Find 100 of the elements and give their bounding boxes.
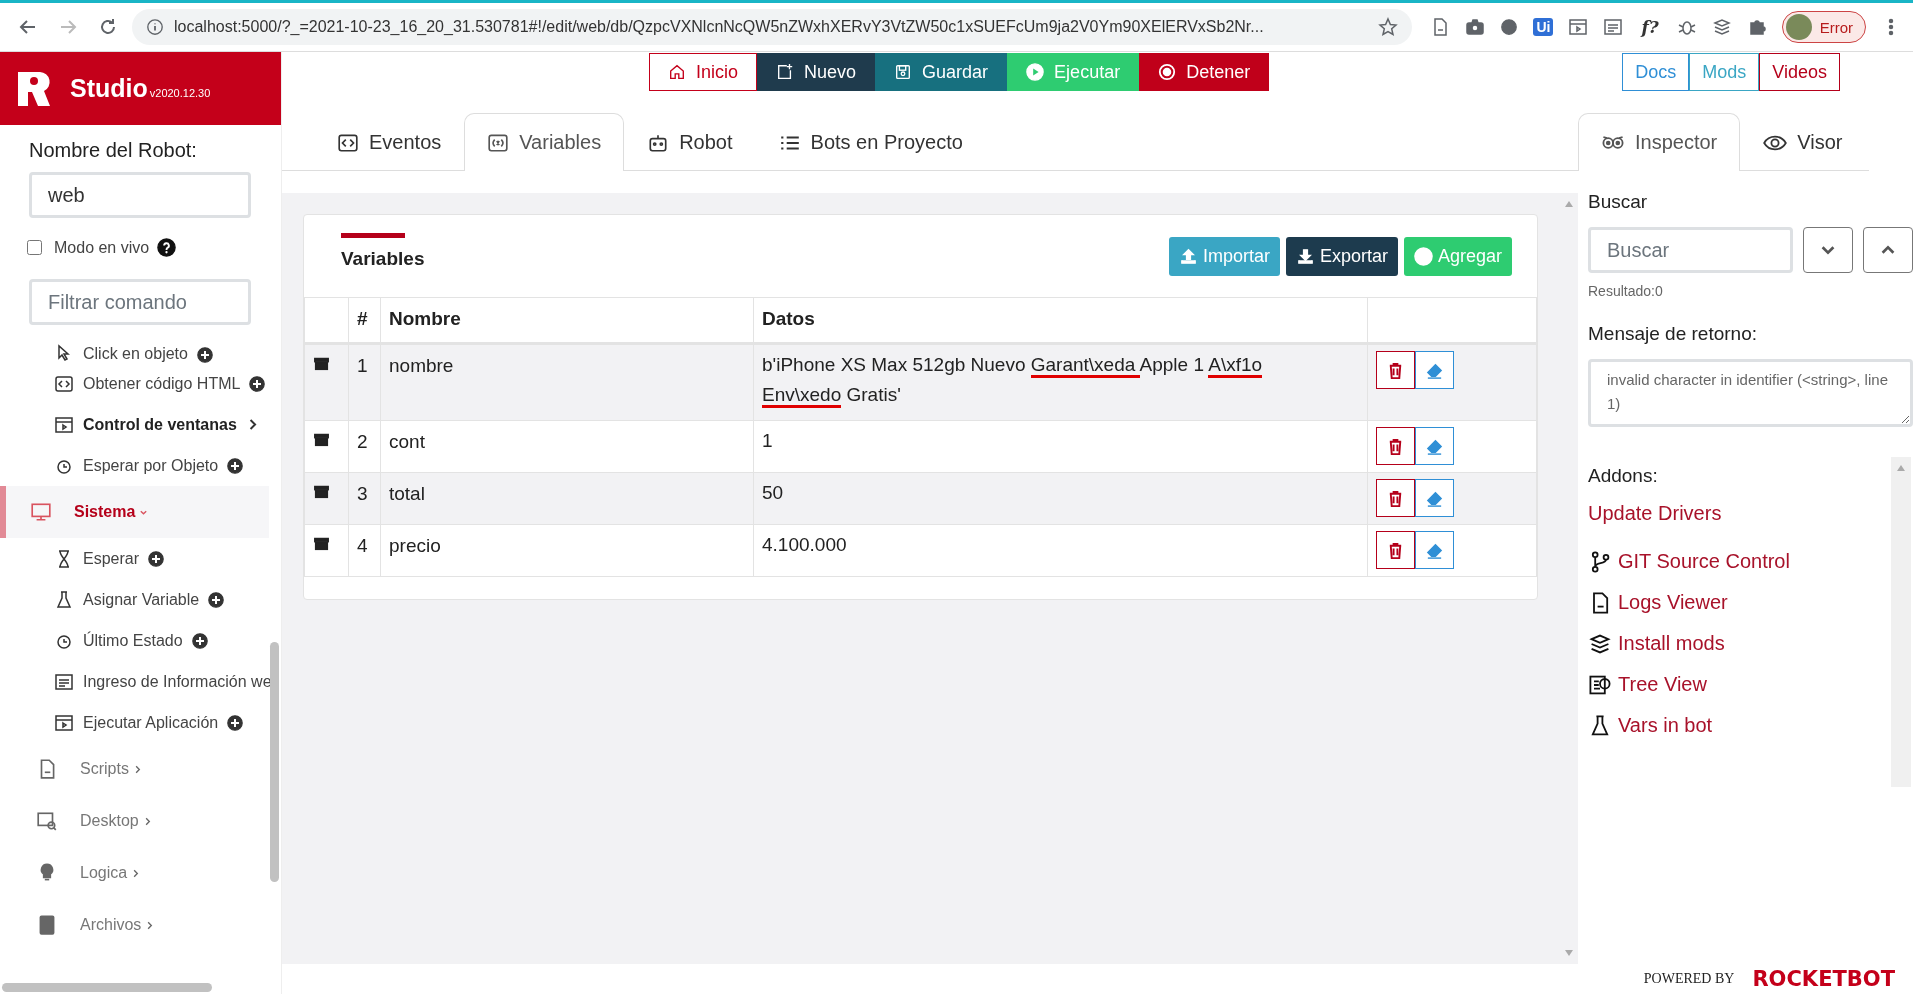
delete-button[interactable] [1376,531,1415,569]
field-label: Mensaje de retorno: [1588,323,1758,345]
form-icon [54,671,74,692]
category-item[interactable]: Desktop [0,795,269,847]
toolbar-button[interactable]: Nuevo [757,53,876,91]
clear-button[interactable] [1415,351,1454,389]
camera-icon [1465,17,1486,37]
addon-link[interactable]: Tree View [1618,673,1707,696]
clear-button[interactable] [1415,479,1454,517]
command-item[interactable]: Asignar Variable [0,579,281,620]
table-cell: nombre [380,343,754,421]
return-message-field[interactable]: invalid character in identifier (<string>, line 1) [1588,359,1913,427]
tab[interactable]: Eventos [314,113,465,171]
field-label: Nombre del Robot: [29,139,198,162]
profile-button[interactable]: Error [1781,11,1866,43]
section-label: Addons: [1588,465,1659,487]
form-icon [1603,17,1624,37]
command-item[interactable]: Esperar [0,538,281,579]
code-icon [337,131,359,154]
category-item[interactable]: Archivos [0,899,269,951]
scroll-up-arrow-icon[interactable] [1897,465,1905,471]
home-icon [668,63,686,81]
command-item[interactable]: Ejecutar Aplicación [0,702,281,743]
save-icon [894,63,913,81]
table-cell: 1 [348,343,381,421]
filter-field[interactable]: Filtrar comando [29,279,251,325]
table-cell: precio [380,524,754,577]
tab[interactable]: Variables [464,113,625,171]
tab[interactable]: Visor [1740,113,1866,171]
powered-by-text: POWERED BY [1643,971,1735,987]
command-item[interactable]: Click en objeto [0,343,281,363]
plus-circle-icon [227,714,244,731]
archive-icon [313,535,330,552]
stack-icon [1711,17,1732,37]
monitor-icon [30,501,52,523]
delete-button[interactable] [1376,351,1415,389]
help-link-button[interactable]: Docs [1622,53,1690,91]
scrollbar-thumb[interactable] [2,983,212,992]
new-file-icon [776,63,795,81]
live-mode-checkbox[interactable] [27,240,42,255]
info-icon [146,18,164,36]
desktop-search-icon [36,810,58,832]
extension-badge[interactable]: Ui [1533,18,1554,36]
plus-circle-icon [1413,246,1433,266]
upload-icon [1178,246,1198,266]
app-window-icon [54,712,74,733]
previous-result-button[interactable] [1863,227,1913,273]
table-cell: 1 [753,420,1368,473]
table-cell: cont [380,420,754,473]
command-item[interactable]: Último Estado [0,620,281,661]
extension-badge[interactable]: f? [1638,16,1662,38]
category-item[interactable]: Scripts [0,743,269,795]
address-bar[interactable]: localhost:5000/?_=2021-10-23_16_20_31.530781#!/edit/web/db/QzpcVXNlcnNcQW5nZWxhXERvY3VtZW50c1xSUEFcUm9ja2V0Ym90XElERVxSb2Nr... [132,9,1413,45]
table-cell: total [380,472,754,525]
plus-circle-icon [208,591,225,608]
clear-button[interactable] [1415,531,1454,569]
archive-icon [313,431,330,448]
help-link-button[interactable]: Videos [1759,53,1840,91]
command-item[interactable]: Obtener código HTML [0,363,281,404]
next-result-button[interactable] [1803,227,1853,273]
robot-name-field[interactable]: web [29,172,251,218]
action-button[interactable]: Exportar [1285,236,1398,276]
scrollbar-thumb[interactable] [270,642,279,882]
tab[interactable]: Robot [624,113,756,171]
clear-button[interactable] [1415,427,1454,465]
command-item[interactable]: Esperar por Objeto [0,445,281,486]
command-item[interactable]: Ingreso de Información we [0,661,281,702]
command-group-item[interactable]: Control de ventanas [0,404,281,445]
star-icon [1378,17,1399,37]
delete-button[interactable] [1376,427,1415,465]
category-item[interactable]: Sistema [0,486,269,538]
plus-circle-icon [249,375,266,392]
plus-circle-icon [227,457,244,474]
archive-icon [313,355,330,372]
search-field[interactable]: Buscar [1588,227,1793,273]
window-icon [54,414,74,435]
delete-button[interactable] [1376,479,1415,517]
tab[interactable]: Inspector [1578,113,1741,171]
toolbar-button[interactable]: Detener [1139,53,1270,91]
variable-icon [487,131,510,154]
checkbox-label: Modo en vivo [54,238,150,257]
download-icon [1295,246,1315,266]
url-text: localhost:5000/?_=2021-10-23_16_20_31.530781#!/edit/web/db/QzpcVXNlcnNcQW5nZWxhXERvY3VtZW50c1xSUEFcUm9ja2V0Ym90XElERVxSb2Nr... [174,18,1265,36]
plus-circle-icon [196,347,213,363]
addon-link[interactable]: Vars in bot [1618,714,1713,737]
scroll-up-arrow-icon[interactable] [1565,201,1573,207]
addon-link[interactable]: Install mods [1618,632,1725,655]
category-item[interactable]: Logica [0,847,269,899]
stop-circle-icon [1158,63,1177,81]
addon-link[interactable]: Logs Viewer [1618,591,1728,614]
card-title: Variables [341,232,425,270]
scroll-down-arrow-icon[interactable] [1565,950,1573,956]
table-cell: 4 [348,524,381,577]
play-circle-icon [1026,63,1045,81]
tab[interactable]: Bots en Proyecto [755,113,986,171]
addon-link[interactable]: Update Drivers [1588,501,1722,525]
flask-icon [54,589,74,610]
toolbar-button[interactable]: Guardar [875,53,1008,91]
addon-link[interactable]: GIT Source Control [1618,550,1790,573]
toolbar-button[interactable]: Inicio [649,53,758,91]
